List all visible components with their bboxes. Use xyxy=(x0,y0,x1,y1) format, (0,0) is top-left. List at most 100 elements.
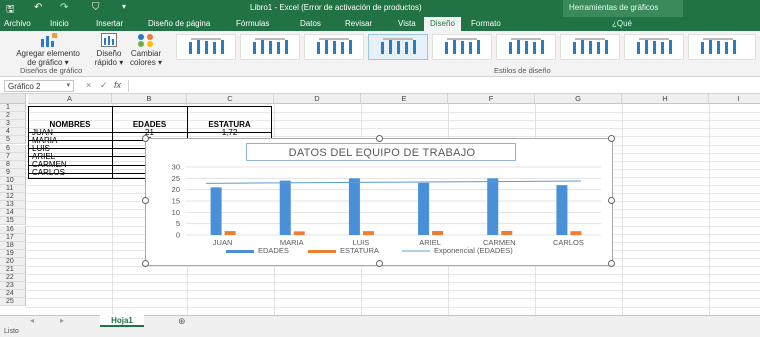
ribbon-tabs: Archivo Inicio Insertar Diseño de página… xyxy=(0,17,760,31)
bar-estatura xyxy=(224,231,236,235)
chart-style-5[interactable] xyxy=(432,34,492,60)
row-header[interactable]: 24 xyxy=(0,290,26,299)
row-header[interactable]: 16 xyxy=(0,225,26,234)
quick-layout-button[interactable]: Diseño rápido ▾ xyxy=(92,33,126,67)
chart-title-box[interactable]: DATOS DEL EQUIPO DE TRABAJO xyxy=(246,143,516,161)
row-header[interactable]: 20 xyxy=(0,257,26,266)
customize-toolbar-icon[interactable]: ▾ xyxy=(122,2,126,11)
column-header[interactable]: H xyxy=(622,94,709,104)
table-cell[interactable]: 1,72 xyxy=(187,128,272,137)
chart-style-9[interactable] xyxy=(688,34,756,60)
chart-title: DATOS DEL EQUIPO DE TRABAJO xyxy=(288,147,476,159)
add-sheet-icon[interactable]: ⊕ xyxy=(178,316,186,327)
legend-label-estatura: ESTATURA xyxy=(340,246,379,255)
chart-style-8[interactable] xyxy=(624,34,684,60)
select-all-corner[interactable] xyxy=(0,94,26,104)
undo-icon[interactable]: ↶ xyxy=(34,2,42,13)
tab-diseno[interactable]: Diseño xyxy=(424,17,461,31)
tab-revisar[interactable]: Revisar xyxy=(345,19,372,28)
tab-diseno-pagina[interactable]: Diseño de página xyxy=(148,19,210,28)
chart-style-6[interactable] xyxy=(496,34,556,60)
row-header[interactable]: 17 xyxy=(0,233,26,242)
column-header[interactable]: I xyxy=(709,94,760,104)
trendline-exponencial xyxy=(205,180,582,184)
tab-insertar[interactable]: Insertar xyxy=(96,19,123,28)
bar-edades xyxy=(279,180,291,235)
column-header[interactable]: E xyxy=(361,94,448,104)
bar-edades xyxy=(418,182,430,235)
column-header[interactable]: C xyxy=(187,94,274,104)
row-header[interactable]: 3 xyxy=(0,120,26,129)
row-header[interactable]: 2 xyxy=(0,112,26,121)
status-bar: Listo xyxy=(0,327,760,337)
row-header[interactable]: 13 xyxy=(0,201,26,210)
legend-label-trendline: Exponencial (EDADES) xyxy=(434,246,513,255)
next-sheet-icon[interactable]: ▸ xyxy=(60,316,64,325)
tab-datos[interactable]: Datos xyxy=(300,19,321,28)
row-header[interactable]: 25 xyxy=(0,298,26,307)
row-header[interactable]: 8 xyxy=(0,160,26,169)
enter-icon[interactable]: ✓ xyxy=(100,80,108,91)
name-box[interactable]: Gráfico 2 ▾ xyxy=(4,80,74,92)
column-header[interactable]: D xyxy=(274,94,361,104)
row-header[interactable]: 4 xyxy=(0,128,26,137)
row-header[interactable]: 23 xyxy=(0,282,26,291)
sheet-tab-hoja1[interactable]: Hoja1 xyxy=(100,315,144,327)
row-header[interactable]: 18 xyxy=(0,241,26,250)
legend-swatch-estatura xyxy=(308,250,336,253)
tab-archivo[interactable]: Archivo xyxy=(4,19,31,28)
row-header[interactable]: 12 xyxy=(0,193,26,202)
row-header[interactable]: 22 xyxy=(0,274,26,283)
column-header[interactable]: A xyxy=(28,94,112,104)
sheet-bar: ◂ ▸ Hoja1 ⊕ xyxy=(0,315,760,327)
table-cell[interactable]: CARLOS xyxy=(32,169,112,177)
chart-style-7[interactable] xyxy=(560,34,620,60)
change-colors-button[interactable]: Cambiar colores ▾ xyxy=(128,33,164,67)
redo-icon[interactable]: ↷ xyxy=(60,2,68,13)
quick-layout-icon xyxy=(101,33,117,47)
row-header[interactable]: 15 xyxy=(0,217,26,226)
y-tick-label: 10 xyxy=(172,208,180,217)
row-header[interactable]: 11 xyxy=(0,185,26,194)
row-header[interactable]: 9 xyxy=(0,168,26,177)
chart-object[interactable]: 0 5 10 15 20 25 30 JUAN MARIA LUIS ARIEL CARMEN CARL… xyxy=(142,135,615,267)
formula-input[interactable] xyxy=(128,80,754,92)
bar-edades xyxy=(556,185,568,235)
row-header[interactable]: 7 xyxy=(0,152,26,161)
tab-inicio[interactable]: Inicio xyxy=(50,19,69,28)
tell-me-search[interactable]: ¿Qué xyxy=(612,19,632,28)
column-header[interactable]: B xyxy=(112,94,187,104)
row-header[interactable]: 6 xyxy=(0,144,26,153)
tab-formato[interactable]: Formato xyxy=(471,19,501,28)
chevron-down-icon[interactable]: ▾ xyxy=(66,81,70,89)
row-header[interactable]: 10 xyxy=(0,176,26,185)
column-header[interactable]: F xyxy=(448,94,535,104)
row-header[interactable]: 1 xyxy=(0,104,26,113)
bar-edades xyxy=(348,178,360,235)
column-header[interactable]: G xyxy=(535,94,622,104)
y-tick-label: 15 xyxy=(172,197,180,206)
chart-style-2[interactable] xyxy=(240,34,300,60)
row-header[interactable]: 14 xyxy=(0,209,26,218)
bar-estatura xyxy=(293,231,305,235)
add-chart-element-button[interactable]: Agregar elemento de gráfico ▾ xyxy=(6,33,90,67)
chart-style-1[interactable] xyxy=(176,34,236,60)
worksheet-grid[interactable]: ABCDEFGHI 1 2 3 4 5 6 7 8 9 10 11 12 13 14 15 16 17 18 19 2… xyxy=(0,94,760,315)
insert-function-icon[interactable]: fx xyxy=(114,80,121,90)
bar-edades xyxy=(210,187,222,235)
prev-sheet-icon[interactable]: ◂ xyxy=(30,316,34,325)
row-header[interactable]: 5 xyxy=(0,136,26,145)
tab-vista[interactable]: Vista xyxy=(398,19,416,28)
cancel-icon[interactable]: × xyxy=(86,80,91,90)
chart-style-4[interactable] xyxy=(368,34,428,60)
chart-style-3[interactable] xyxy=(304,34,364,60)
quick-access-icon[interactable]: ⛉ xyxy=(92,2,100,13)
row-header[interactable]: 21 xyxy=(0,266,26,275)
y-tick-label: 20 xyxy=(172,185,180,194)
change-colors-sub: colores xyxy=(129,58,156,67)
y-tick-label: 30 xyxy=(172,163,180,172)
row-header[interactable]: 19 xyxy=(0,249,26,258)
quick-layout-label: Diseño xyxy=(96,49,122,58)
y-tick-label: 25 xyxy=(172,174,180,183)
tab-formulas[interactable]: Fórmulas xyxy=(236,19,269,28)
